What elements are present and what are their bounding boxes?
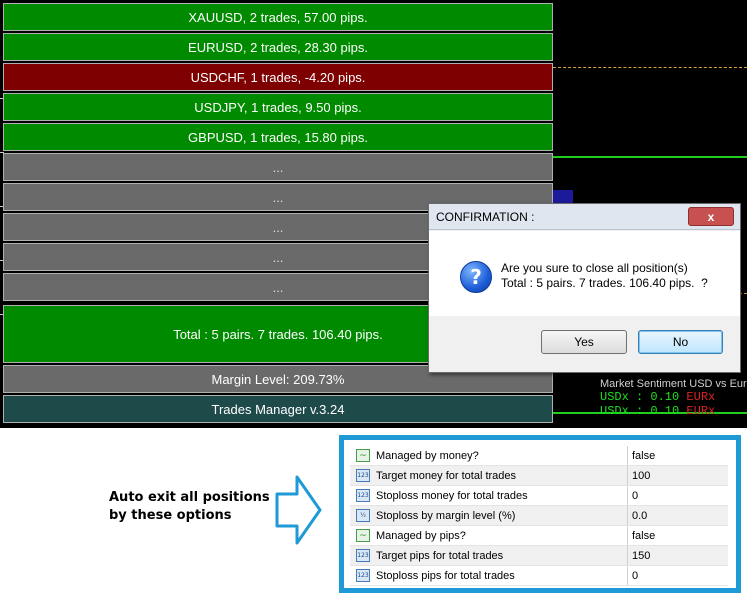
- close-icon: x: [707, 209, 715, 224]
- pair-button-usdjpy[interactable]: USDJPY, 1 trades, 9.50 pips.: [3, 93, 553, 121]
- property-name: Stoploss pips for total trades: [376, 566, 628, 585]
- property-value[interactable]: false: [628, 450, 655, 462]
- annotation-text: Auto exit all positions by these options: [109, 489, 270, 525]
- property-row[interactable]: 123 Target money for total trades 100: [350, 466, 728, 486]
- pair-button-usdchf[interactable]: USDCHF, 1 trades, -4.20 pips.: [3, 63, 553, 91]
- pair-button-eurusd[interactable]: EURUSD, 2 trades, 28.30 pips.: [3, 33, 553, 61]
- version-label: Trades Manager v.3.24: [3, 395, 553, 423]
- property-row[interactable]: ½ Stoploss by margin level (%) 0.0: [350, 506, 728, 526]
- property-name: Managed by pips?: [376, 526, 628, 545]
- property-row[interactable]: 123 Stoploss money for total trades 0: [350, 486, 728, 506]
- property-row[interactable]: 123 Stoploss pips for total trades 0: [350, 566, 728, 586]
- property-value[interactable]: 0: [628, 570, 638, 582]
- message-line: Are you sure to close all position(s): [501, 261, 688, 275]
- number-icon: 123: [356, 469, 370, 482]
- number-icon: 123: [356, 549, 370, 562]
- empty-slot-button[interactable]: ...: [3, 153, 553, 181]
- number-icon: 123: [356, 489, 370, 502]
- message-line: Total : 5 pairs. 7 trades. 106.40 pips. …: [501, 276, 708, 290]
- property-name: Managed by money?: [376, 446, 628, 465]
- property-name: Target money for total trades: [376, 466, 628, 485]
- property-value[interactable]: 0.0: [628, 510, 647, 522]
- eur-value: EURx: [686, 404, 716, 418]
- property-value[interactable]: false: [628, 530, 655, 542]
- chart-icon: ~: [356, 529, 370, 542]
- eur-value: EURx: [686, 390, 716, 404]
- property-name: Stoploss money for total trades: [376, 486, 628, 505]
- property-value[interactable]: 150: [628, 550, 650, 562]
- usd-value: USDx : 0.10: [600, 404, 680, 418]
- chart-icon: ~: [356, 449, 370, 462]
- input-properties-frame: ~ Managed by money? false 123 Target mon…: [339, 435, 741, 593]
- market-sentiment: Market Sentiment USD vs Eur USDx : 0.10 …: [600, 378, 747, 428]
- no-button[interactable]: No: [638, 330, 723, 354]
- annotation-line: Auto exit all positions: [109, 490, 270, 505]
- dialog-body: ? Are you sure to close all position(s) T…: [429, 231, 740, 316]
- number-icon: 123: [356, 569, 370, 582]
- decimal-icon: ½: [356, 509, 370, 522]
- pair-button-xauusd[interactable]: XAUUSD, 2 trades, 57.00 pips.: [3, 3, 553, 31]
- property-row[interactable]: ~ Managed by money? false: [350, 446, 728, 466]
- dialog-titlebar: CONFIRMATION : x: [429, 204, 740, 230]
- confirmation-dialog: CONFIRMATION : x ? Are you sure to close…: [428, 203, 741, 373]
- yes-button[interactable]: Yes: [541, 330, 627, 354]
- price-level-line: [553, 156, 747, 158]
- sentiment-row: USDx : 0.10 EURx: [600, 390, 747, 404]
- property-name: Stoploss by margin level (%): [376, 506, 628, 525]
- property-value[interactable]: 0: [628, 490, 638, 502]
- annotation-line: by these options: [109, 508, 232, 523]
- right-arrow-icon: [275, 475, 322, 545]
- sentiment-row: USDx : 0.10 EURx: [600, 404, 747, 418]
- usd-value: USDx : 0.10: [600, 390, 680, 404]
- properties-list: ~ Managed by money? false 123 Target mon…: [350, 446, 728, 586]
- price-level-line: [553, 67, 747, 68]
- question-icon: ?: [460, 261, 492, 293]
- property-name: Target pips for total trades: [376, 546, 628, 565]
- dialog-title: CONFIRMATION :: [436, 209, 535, 224]
- pair-button-gbpusd[interactable]: GBPUSD, 1 trades, 15.80 pips.: [3, 123, 553, 151]
- sentiment-title: Market Sentiment USD vs Eur: [600, 378, 747, 390]
- close-button[interactable]: x: [688, 207, 734, 226]
- property-row[interactable]: ~ Managed by pips? false: [350, 526, 728, 546]
- property-row[interactable]: 123 Target pips for total trades 150: [350, 546, 728, 566]
- dialog-message: Are you sure to close all position(s) Tot…: [501, 261, 708, 291]
- property-value[interactable]: 100: [628, 470, 650, 482]
